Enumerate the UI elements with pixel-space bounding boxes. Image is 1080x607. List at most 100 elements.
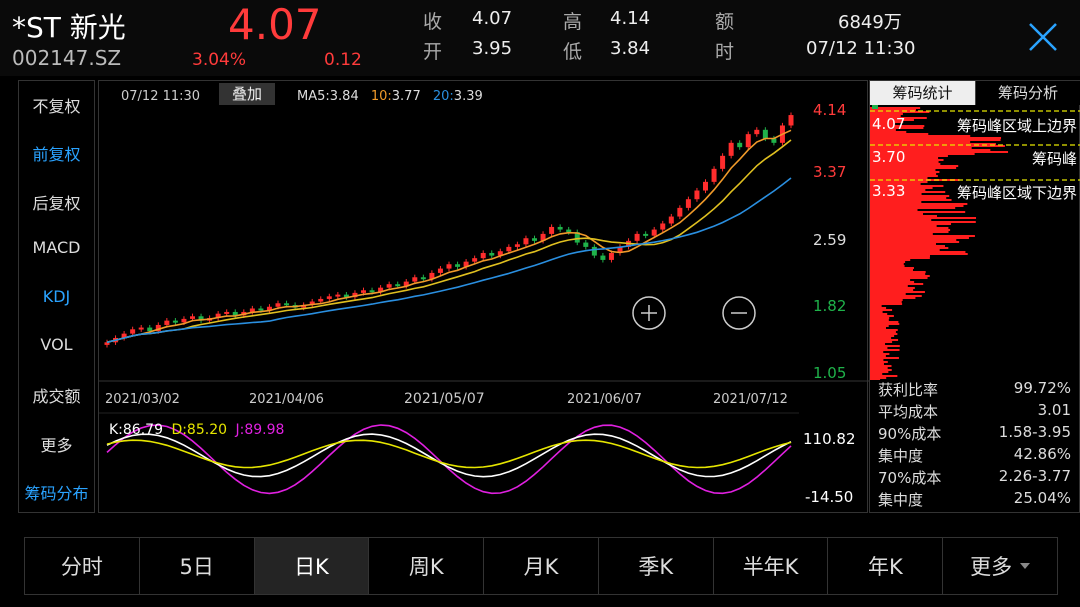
chip-bar xyxy=(870,177,927,179)
tab-monthly-k[interactable]: 月K xyxy=(484,538,599,594)
chip-bar xyxy=(870,201,921,203)
candle-body xyxy=(729,143,734,156)
quote-value-time: 07/12 11:30 xyxy=(806,38,915,59)
chip-bar xyxy=(870,141,970,143)
candle-body xyxy=(370,290,375,292)
candle-body xyxy=(669,217,674,224)
zoom-out-button[interactable] xyxy=(721,295,757,331)
ma10-line xyxy=(107,140,791,342)
candle-body xyxy=(558,227,563,230)
chip-bar xyxy=(870,321,898,323)
kdj-k-value: K:86.79 xyxy=(109,422,163,438)
chip-bar xyxy=(870,209,918,211)
chip-bar xyxy=(870,203,967,205)
chip-bar xyxy=(870,133,928,135)
candle-body xyxy=(677,208,682,217)
change-amount: 0.12 xyxy=(324,50,362,70)
stat-value-profit-ratio: 99.72% xyxy=(1014,379,1071,397)
chip-bar xyxy=(870,317,889,319)
candle-body xyxy=(361,290,366,293)
chip-upper-label: 筹码峰区域上边界 xyxy=(957,115,1077,136)
candle-body xyxy=(412,277,417,281)
candle-body xyxy=(592,247,597,256)
menu-macd[interactable]: MACD xyxy=(19,238,94,257)
candle-body xyxy=(481,253,486,258)
chip-bar xyxy=(870,263,904,265)
menu-chip-distribution[interactable]: 筹码分布 xyxy=(19,480,94,504)
tab-more-periods[interactable]: 更多 xyxy=(943,538,1057,594)
chip-bar xyxy=(870,233,933,235)
quote-value-low: 3.84 xyxy=(610,38,650,59)
menu-forward-adjust[interactable]: 前复权 xyxy=(19,141,94,165)
stock-code: 002147.SZ xyxy=(12,46,121,70)
chip-bar xyxy=(870,365,892,367)
candle-body xyxy=(515,244,520,247)
chip-bar xyxy=(870,237,969,239)
tab-weekly-k[interactable]: 周K xyxy=(369,538,484,594)
candle-body xyxy=(583,243,588,247)
chip-bar xyxy=(870,333,897,335)
chip-bar xyxy=(870,265,905,267)
chip-lower-price: 3.33 xyxy=(872,182,905,200)
chip-bar xyxy=(870,205,963,207)
chip-bar xyxy=(870,271,926,273)
chip-bar xyxy=(870,267,914,269)
chip-bar xyxy=(870,299,903,301)
stat-value-concentration70: 25.04% xyxy=(1014,489,1071,507)
chip-lower-label: 筹码峰区域下边界 xyxy=(957,182,1077,203)
tab-chip-analysis[interactable]: 筹码分析 xyxy=(975,81,1080,105)
menu-no-adjust[interactable]: 不复权 xyxy=(19,93,94,117)
tab-chip-stats[interactable]: 筹码统计 xyxy=(870,81,975,105)
menu-kdj[interactable]: KDJ xyxy=(19,287,94,306)
candle-body xyxy=(190,316,195,319)
quote-label-open: 开 xyxy=(423,37,442,64)
candle-body xyxy=(635,234,640,241)
candle-body xyxy=(173,321,178,323)
menu-vol[interactable]: VOL xyxy=(19,335,94,354)
candle-body xyxy=(549,227,554,234)
candle-body xyxy=(224,312,229,314)
candle-body xyxy=(327,296,332,299)
chip-bar xyxy=(870,325,889,327)
quote-value-amount: 6849万 xyxy=(838,8,902,34)
tab-quarterly-k[interactable]: 季K xyxy=(599,538,714,594)
y-tick-1: 3.37 xyxy=(813,163,846,181)
tab-intraday[interactable]: 分时 xyxy=(25,538,140,594)
menu-turnover[interactable]: 成交额 xyxy=(19,383,94,407)
candle-body xyxy=(694,191,699,200)
candle-body xyxy=(387,284,392,287)
stat-value-concentration90: 42.86% xyxy=(1014,445,1071,463)
chip-bar xyxy=(870,231,949,233)
candle-body xyxy=(686,199,691,208)
chip-bar xyxy=(870,329,898,331)
candle-body xyxy=(147,328,152,331)
zoom-in-button[interactable] xyxy=(631,295,667,331)
close-icon[interactable] xyxy=(1024,18,1062,56)
candle-body xyxy=(130,329,135,333)
chip-bar xyxy=(870,219,931,221)
x-tick-3: 2021/06/07 xyxy=(567,392,642,407)
tab-5day[interactable]: 5日 xyxy=(140,538,255,594)
candle-body xyxy=(447,264,452,268)
chip-bar xyxy=(870,215,937,217)
candle-body xyxy=(643,234,648,236)
chip-bar xyxy=(870,225,937,227)
quote-value-close: 4.07 xyxy=(472,8,512,29)
candle-body xyxy=(276,303,281,306)
chip-bar xyxy=(870,139,1001,141)
kdj-axis-bottom: -14.50 xyxy=(805,488,853,506)
chip-bar xyxy=(870,351,883,353)
chevron-down-icon xyxy=(1020,563,1030,569)
chip-bar xyxy=(870,171,939,173)
tab-daily-k[interactable]: 日K xyxy=(255,538,370,594)
kline-chart[interactable]: 07/12 11:30 叠加 MA5:3.84 10:3.77 20:3.39 … xyxy=(98,80,868,513)
menu-more[interactable]: 更多 xyxy=(19,432,94,456)
y-tick-3: 1.82 xyxy=(813,297,846,315)
menu-backward-adjust[interactable]: 后复权 xyxy=(19,190,94,214)
candle-body xyxy=(720,156,725,169)
tab-halfyear-k[interactable]: 半年K xyxy=(714,538,829,594)
chip-bar xyxy=(870,281,914,283)
stat-label-cost70: 70%成本 xyxy=(878,467,941,488)
tab-yearly-k[interactable]: 年K xyxy=(828,538,943,594)
chip-bar xyxy=(870,261,905,263)
